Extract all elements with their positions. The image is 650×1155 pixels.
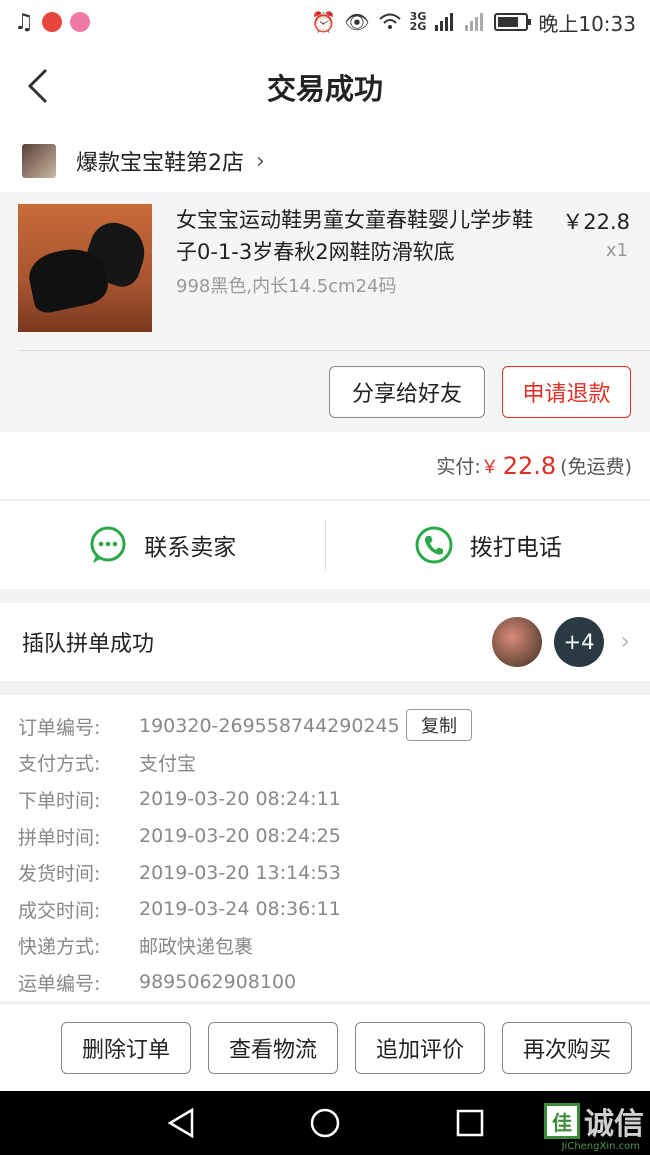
page-title: 交易成功 [266,72,383,106]
share-button[interactable]: 分享给好友 [329,366,485,418]
view-logistics-button[interactable]: 查看物流 [208,1022,338,1074]
paid-currency: ￥ [480,456,499,478]
detail-row: 发货时间: 2019-03-20 13:14:53 [0,854,650,891]
signal-icon [465,13,484,31]
buy-again-button[interactable]: 再次购买 [502,1022,632,1074]
detail-label: 发货时间: [18,863,101,886]
detail-label: 运单编号: [18,972,101,995]
app-badge-icon [69,12,90,32]
group-buy-label: 插队拼单成功 [22,632,155,657]
group-buy-row[interactable]: 插队拼单成功 +4 › [0,603,650,681]
product-title[interactable]: 女宝宝运动鞋男童女童春鞋婴儿学步鞋子0-1-3岁春秋2网鞋防滑软底 [176,204,546,268]
detail-row: 支付方式: 支付宝 [0,745,650,782]
detail-row: 订单编号: 190320-269558744290245 复制 [0,708,650,745]
call-phone-button[interactable]: 拨打电话 [326,501,650,589]
signal-icon [435,13,454,31]
detail-value: 2019-03-20 08:24:11 [139,788,341,811]
header: 交易成功 [0,44,650,130]
nav-recents-icon[interactable] [455,1108,485,1138]
payment-summary: 实付: ￥ 22.8 (免运费) [0,432,650,500]
paid-label: 实付: [436,456,481,478]
nav-home-icon[interactable] [309,1107,341,1139]
watermark-url: JiChengXin.com [561,1141,640,1152]
detail-row: 快递方式: 邮政快递包裹 [0,928,650,965]
call-phone-label: 拨打电话 [469,535,562,561]
refund-button[interactable]: 申请退款 [502,366,631,418]
store-row[interactable]: 爆款宝宝鞋第2店 › [0,130,650,192]
detail-row: 下单时间: 2019-03-20 08:24:11 [0,781,650,818]
contact-bar: 联系卖家 拨打电话 [0,501,650,589]
detail-label: 订单编号: [18,716,101,739]
order-number: 190320-269558744290245 [139,715,400,738]
detail-value: 2019-03-24 08:36:11 [139,898,341,921]
watermark-text: 诚信 [584,1107,644,1142]
detail-label: 拼单时间: [18,826,101,849]
eye-icon: 👁 [344,10,370,34]
tracking-number: 9895062908100 [139,971,297,994]
delete-order-button[interactable]: 删除订单 [61,1022,191,1074]
watermark-logo: 佳 诚信 [544,1099,644,1143]
system-nav-bar: 佳 诚信 JiChengXin.com [0,1091,650,1155]
product-spec: 998黑色,内长14.5cm24码 [176,276,397,297]
app-badge-icon [41,12,62,32]
detail-value: 2019-03-20 08:24:25 [139,825,341,848]
shipping-note: (免运费) [560,456,632,478]
alarm-icon: ⏰ [311,10,337,34]
order-details: 订单编号: 190320-269558744290245 复制 支付方式: 支付… [0,695,650,1001]
detail-row: 拼单时间: 2019-03-20 08:24:25 [0,818,650,855]
detail-row: 运单编号: 9895062908100 [0,964,650,1001]
copy-button[interactable]: 复制 [406,709,472,741]
detail-label: 支付方式: [18,753,101,776]
store-logo [22,144,56,178]
avatar [492,617,542,667]
detail-value: 邮政快递包裹 [139,936,254,959]
chevron-right-icon: › [256,148,265,174]
status-bar: ♫ ⏰ 👁 3G 2G 晚上10:33 [0,0,650,44]
product-quantity: x1 [605,240,628,261]
detail-label: 成交时间: [18,899,101,922]
chevron-right-icon: › [620,627,630,655]
phone-icon [415,526,453,564]
product-image[interactable] [18,204,152,332]
music-note-icon: ♫ [14,9,34,35]
detail-row: 成交时间: 2019-03-24 08:36:11 [0,891,650,928]
network-type-label: 3G 2G [409,10,427,33]
divider [18,350,650,351]
nav-back-icon[interactable] [166,1107,196,1139]
contact-seller-button[interactable]: 联系卖家 [0,501,325,589]
detail-label: 快递方式: [18,936,101,959]
detail-label: 下单时间: [18,789,101,812]
product-price: ￥22.8 [562,210,630,234]
product-card: 女宝宝运动鞋男童女童春鞋婴儿学步鞋子0-1-3岁春秋2网鞋防滑软底 998黑色,… [0,192,650,432]
watermark-mark: 佳 [544,1103,580,1139]
order-actions: 删除订单 查看物流 追加评价 再次购买 [0,1003,650,1091]
chat-icon [90,526,126,563]
store-name: 爆款宝宝鞋第2店 [76,151,244,176]
battery-icon [494,13,532,31]
avatar-more-count: +4 [554,617,604,667]
paid-amount: 22.8 [502,451,557,480]
status-time: 晚上10:33 [538,11,636,36]
contact-seller-label: 联系卖家 [144,535,237,561]
back-chevron-icon[interactable] [22,66,62,106]
detail-value: 2019-03-20 13:14:53 [139,861,341,884]
add-review-button[interactable]: 追加评价 [355,1022,485,1074]
wifi-icon [379,13,401,29]
detail-value: 支付宝 [139,753,197,776]
